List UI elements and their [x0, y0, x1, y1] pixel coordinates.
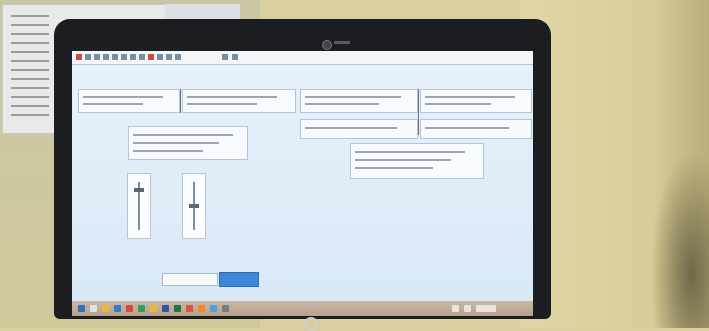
media-icon[interactable] — [198, 305, 205, 312]
copy-icon[interactable] — [121, 54, 127, 60]
back-icon[interactable] — [85, 54, 91, 60]
column-divider — [180, 89, 181, 113]
right-panel-5[interactable] — [350, 143, 484, 179]
redo-icon[interactable] — [157, 54, 163, 60]
undo-icon[interactable] — [139, 54, 145, 60]
webcam-indicator — [334, 41, 350, 44]
panel-text-line — [187, 103, 257, 105]
column-divider — [418, 89, 419, 135]
chrome-icon[interactable] — [186, 305, 193, 312]
save-icon[interactable] — [103, 54, 109, 60]
right-panel-3[interactable] — [300, 119, 418, 139]
panel-text-line — [83, 103, 143, 105]
text-input[interactable] — [162, 273, 218, 286]
panel-text-line — [187, 96, 277, 98]
panel-text-line — [425, 127, 509, 129]
excel-icon[interactable] — [174, 305, 181, 312]
volume-icon[interactable] — [464, 305, 471, 312]
help-icon[interactable] — [232, 54, 238, 60]
panel-text-line — [425, 96, 515, 98]
panel-text-line — [305, 103, 379, 105]
vertical-slider-2[interactable] — [182, 173, 206, 239]
left-panel-3[interactable] — [128, 126, 248, 160]
search-icon[interactable] — [90, 305, 97, 312]
browser-icon[interactable] — [114, 305, 121, 312]
folder-icon[interactable] — [150, 305, 157, 312]
paper-text-lines — [11, 15, 49, 123]
panel-text-line — [355, 151, 465, 153]
panel-text-line — [133, 150, 203, 152]
mail-icon[interactable] — [126, 305, 133, 312]
panel-text-line — [355, 167, 433, 169]
print-icon[interactable] — [112, 54, 118, 60]
laptop-screen — [72, 51, 533, 316]
refresh-icon[interactable] — [166, 54, 172, 60]
right-panel-4[interactable] — [420, 119, 532, 139]
panel-text-line — [355, 159, 451, 161]
taskbar — [72, 301, 533, 316]
start-icon[interactable] — [78, 305, 85, 312]
settings-icon[interactable] — [222, 54, 228, 60]
store-icon[interactable] — [138, 305, 145, 312]
app-icon[interactable] — [76, 54, 82, 60]
slider-thumb[interactable] — [134, 188, 144, 192]
panel-text-line — [133, 142, 219, 144]
app-toolbar — [72, 51, 533, 65]
panel-text-line — [305, 96, 401, 98]
forward-icon[interactable] — [94, 54, 100, 60]
home-icon[interactable] — [175, 54, 181, 60]
panel-text-line — [305, 127, 397, 129]
panel-text-line — [83, 96, 163, 98]
panel-text-line — [133, 134, 233, 136]
word-icon[interactable] — [162, 305, 169, 312]
network-icon[interactable] — [452, 305, 459, 312]
left-panel-1[interactable] — [78, 89, 180, 113]
shadow — [650, 150, 709, 328]
right-panel-1[interactable] — [300, 89, 418, 113]
paste-icon[interactable] — [130, 54, 136, 60]
clock-icon[interactable] — [476, 305, 496, 312]
stop-icon[interactable] — [148, 54, 154, 60]
hp-logo-icon — [304, 317, 318, 331]
file-explorer-icon[interactable] — [102, 305, 109, 312]
left-panel-2[interactable] — [182, 89, 296, 113]
webcam-icon — [322, 40, 332, 50]
right-panel-2[interactable] — [420, 89, 532, 113]
settings-icon[interactable] — [222, 305, 229, 312]
photos-icon[interactable] — [210, 305, 217, 312]
panel-text-line — [425, 103, 491, 105]
vertical-slider-1[interactable] — [127, 173, 151, 239]
submit-button[interactable] — [219, 272, 259, 287]
slider-thumb[interactable] — [189, 204, 199, 208]
